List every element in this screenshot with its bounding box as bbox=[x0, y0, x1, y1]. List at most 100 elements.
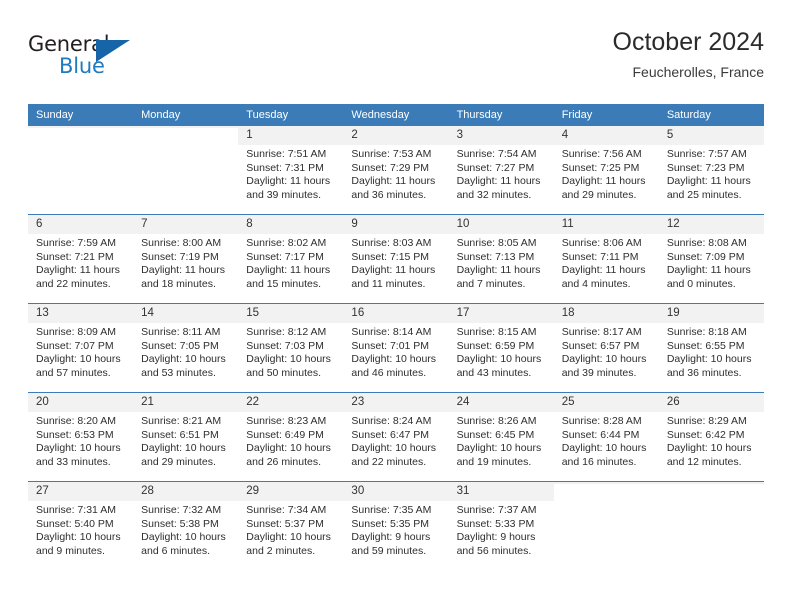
day-sun-info: Sunrise: 8:02 AM Sunset: 7:17 PM Daylight:… bbox=[238, 234, 343, 291]
day-number: 15 bbox=[238, 304, 344, 323]
day-sun-info: Sunrise: 8:29 AM Sunset: 6:42 PM Daylight:… bbox=[659, 412, 764, 469]
calendar-day-cell[interactable]: 4 Sunrise: 7:56 AM Sunset: 7:25 PM Daylight… bbox=[553, 126, 659, 214]
day-sun-info: Sunrise: 8:15 AM Sunset: 6:59 PM Daylight:… bbox=[449, 323, 554, 380]
calendar-week-row: 20 Sunrise: 8:20 AM Sunset: 6:53 PM Dayligh… bbox=[28, 392, 764, 481]
calendar-day-cell[interactable]: 13 Sunrise: 8:09 AM Sunset: 7:07 PM Dayligh… bbox=[28, 304, 134, 392]
sunrise-text: Sunrise: 8:03 AM bbox=[351, 237, 432, 249]
daylight-text-line2: and 39 minutes. bbox=[246, 188, 321, 201]
sunset-text: Sunset: 7:11 PM bbox=[561, 250, 639, 263]
calendar-day-cell[interactable]: 24 Sunrise: 8:26 AM Sunset: 6:45 PM Dayligh… bbox=[448, 393, 554, 481]
calendar-day-cell[interactable]: 6 Sunrise: 7:59 AM Sunset: 7:21 PM Daylight… bbox=[28, 215, 134, 303]
page-title: October 2024 bbox=[612, 28, 765, 56]
calendar-day-cell[interactable]: 30 Sunrise: 7:35 AM Sunset: 5:35 PM Dayligh… bbox=[343, 482, 449, 570]
daylight-text-line1: Daylight: 10 hours bbox=[141, 353, 226, 366]
calendar-day-cell[interactable]: 29 Sunrise: 7:34 AM Sunset: 5:37 PM Dayligh… bbox=[238, 482, 344, 570]
calendar-day-cell[interactable]: 10 Sunrise: 8:05 AM Sunset: 7:13 PM Dayligh… bbox=[448, 215, 554, 303]
calendar-day-cell[interactable]: 14 Sunrise: 8:11 AM Sunset: 7:05 PM Dayligh… bbox=[133, 304, 239, 392]
calendar-day-cell[interactable]: 11 Sunrise: 8:06 AM Sunset: 7:11 PM Dayligh… bbox=[553, 215, 659, 303]
calendar-day-cell[interactable]: 8 Sunrise: 8:02 AM Sunset: 7:17 PM Daylight… bbox=[238, 215, 344, 303]
weekday-header-monday: Monday bbox=[141, 109, 181, 121]
sunset-text: Sunset: 6:44 PM bbox=[561, 428, 640, 441]
daylight-text-line1: Daylight: 10 hours bbox=[246, 353, 331, 366]
day-number bbox=[658, 482, 764, 484]
brand-logo[interactable]: General Blue bbox=[28, 32, 148, 88]
calendar-day-cell[interactable]: 5 Sunrise: 7:57 AM Sunset: 7:23 PM Daylight… bbox=[658, 126, 764, 214]
sunset-text: Sunset: 6:45 PM bbox=[456, 428, 535, 441]
calendar-day-cell[interactable]: 12 Sunrise: 8:08 AM Sunset: 7:09 PM Dayligh… bbox=[658, 215, 764, 303]
sunset-text: Sunset: 7:21 PM bbox=[36, 250, 114, 263]
sunset-text: Sunset: 6:59 PM bbox=[456, 339, 535, 352]
day-number: 16 bbox=[343, 304, 449, 323]
day-number: 7 bbox=[133, 215, 239, 234]
daylight-text-line2: and 7 minutes. bbox=[456, 277, 526, 290]
sunset-text: Sunset: 7:31 PM bbox=[246, 161, 324, 174]
day-sun-info: Sunrise: 8:26 AM Sunset: 6:45 PM Daylight:… bbox=[449, 412, 554, 469]
calendar-day-cell[interactable]: 20 Sunrise: 8:20 AM Sunset: 6:53 PM Dayligh… bbox=[28, 393, 134, 481]
calendar-day-cell[interactable]: 21 Sunrise: 8:21 AM Sunset: 6:51 PM Dayligh… bbox=[133, 393, 239, 481]
sunrise-text: Sunrise: 8:17 AM bbox=[561, 326, 642, 338]
sunset-text: Sunset: 5:35 PM bbox=[351, 517, 430, 530]
day-sun-info: Sunrise: 7:51 AM Sunset: 7:31 PM Daylight:… bbox=[238, 145, 343, 202]
sunset-text: Sunset: 7:13 PM bbox=[456, 250, 535, 263]
calendar-day-cell[interactable]: 15 Sunrise: 8:12 AM Sunset: 7:03 PM Dayligh… bbox=[238, 304, 344, 392]
calendar-day-cell[interactable]: 17 Sunrise: 8:15 AM Sunset: 6:59 PM Dayligh… bbox=[448, 304, 554, 392]
day-number: 27 bbox=[28, 482, 134, 501]
day-sun-info: Sunrise: 8:09 AM Sunset: 7:07 PM Daylight:… bbox=[28, 323, 133, 380]
calendar-day-cell-empty bbox=[133, 126, 239, 214]
calendar-day-cell[interactable]: 28 Sunrise: 7:32 AM Sunset: 5:38 PM Dayligh… bbox=[133, 482, 239, 570]
day-sun-info: Sunrise: 7:37 AM Sunset: 5:33 PM Daylight:… bbox=[449, 501, 554, 558]
calendar-day-cell[interactable]: 22 Sunrise: 8:23 AM Sunset: 6:49 PM Dayligh… bbox=[238, 393, 344, 481]
day-number bbox=[28, 126, 134, 128]
day-sun-info: Sunrise: 8:20 AM Sunset: 6:53 PM Daylight:… bbox=[28, 412, 133, 469]
calendar-day-cell[interactable]: 27 Sunrise: 7:31 AM Sunset: 5:40 PM Dayligh… bbox=[28, 482, 134, 570]
day-number: 30 bbox=[343, 482, 449, 501]
sunrise-text: Sunrise: 8:29 AM bbox=[666, 415, 747, 427]
daylight-text-line2: and 9 minutes. bbox=[36, 544, 105, 557]
sunset-text: Sunset: 6:51 PM bbox=[141, 428, 219, 441]
sunset-text: Sunset: 7:25 PM bbox=[561, 161, 640, 174]
sunset-text: Sunset: 5:37 PM bbox=[246, 517, 324, 530]
daylight-text-line1: Daylight: 10 hours bbox=[246, 531, 331, 544]
calendar-day-cell[interactable]: 9 Sunrise: 8:03 AM Sunset: 7:15 PM Daylight… bbox=[343, 215, 449, 303]
sunset-text: Sunset: 6:47 PM bbox=[351, 428, 430, 441]
sunrise-text: Sunrise: 7:59 AM bbox=[36, 237, 116, 249]
sunset-text: Sunset: 7:29 PM bbox=[351, 161, 430, 174]
day-number: 14 bbox=[133, 304, 239, 323]
calendar-day-cell[interactable]: 23 Sunrise: 8:24 AM Sunset: 6:47 PM Dayligh… bbox=[343, 393, 449, 481]
page-header: General Blue October 2024 Feucherolles, … bbox=[28, 26, 764, 96]
daylight-text-line1: Daylight: 11 hours bbox=[351, 264, 436, 277]
calendar-day-cell[interactable]: 16 Sunrise: 8:14 AM Sunset: 7:01 PM Dayligh… bbox=[343, 304, 449, 392]
calendar-day-cell[interactable]: 3 Sunrise: 7:54 AM Sunset: 7:27 PM Daylight… bbox=[448, 126, 554, 214]
sunrise-text: Sunrise: 7:35 AM bbox=[351, 504, 432, 516]
daylight-text-line1: Daylight: 11 hours bbox=[666, 264, 751, 277]
daylight-text-line2: and 33 minutes. bbox=[36, 455, 111, 468]
calendar-day-cell[interactable]: 26 Sunrise: 8:29 AM Sunset: 6:42 PM Dayligh… bbox=[658, 393, 764, 481]
daylight-text-line2: and 22 minutes. bbox=[36, 277, 111, 290]
day-sun-info: Sunrise: 8:24 AM Sunset: 6:47 PM Daylight:… bbox=[343, 412, 448, 469]
daylight-text-line1: Daylight: 9 hours bbox=[456, 531, 536, 544]
sunrise-text: Sunrise: 8:20 AM bbox=[36, 415, 116, 427]
calendar-day-cell[interactable]: 2 Sunrise: 7:53 AM Sunset: 7:29 PM Daylight… bbox=[343, 126, 449, 214]
daylight-text-line1: Daylight: 10 hours bbox=[666, 442, 752, 455]
sunrise-text: Sunrise: 8:28 AM bbox=[561, 415, 642, 427]
sunrise-text: Sunrise: 8:12 AM bbox=[246, 326, 327, 338]
daylight-text-line2: and 4 minutes. bbox=[561, 277, 631, 290]
sunset-text: Sunset: 5:40 PM bbox=[36, 517, 114, 530]
day-sun-info: Sunrise: 7:57 AM Sunset: 7:23 PM Daylight:… bbox=[659, 145, 764, 202]
calendar-day-cell[interactable]: 19 Sunrise: 8:18 AM Sunset: 6:55 PM Dayligh… bbox=[658, 304, 764, 392]
calendar-day-cell[interactable]: 31 Sunrise: 7:37 AM Sunset: 5:33 PM Dayligh… bbox=[448, 482, 554, 570]
weekday-header-row: Sunday Monday Tuesday Wednesday Thursday… bbox=[28, 104, 764, 126]
daylight-text-line1: Daylight: 11 hours bbox=[561, 175, 646, 188]
sunrise-text: Sunrise: 8:14 AM bbox=[351, 326, 432, 338]
daylight-text-line2: and 32 minutes. bbox=[456, 188, 532, 201]
day-number: 11 bbox=[553, 215, 659, 234]
calendar-page: General Blue October 2024 Feucherolles, … bbox=[0, 0, 792, 612]
day-sun-info: Sunrise: 8:12 AM Sunset: 7:03 PM Daylight:… bbox=[238, 323, 343, 380]
calendar-day-cell[interactable]: 18 Sunrise: 8:17 AM Sunset: 6:57 PM Dayligh… bbox=[553, 304, 659, 392]
day-number: 20 bbox=[28, 393, 134, 412]
calendar-day-cell[interactable]: 1 Sunrise: 7:51 AM Sunset: 7:31 PM Daylight… bbox=[238, 126, 344, 214]
calendar-day-cell[interactable]: 25 Sunrise: 8:28 AM Sunset: 6:44 PM Dayligh… bbox=[553, 393, 659, 481]
weeks-container: 1 Sunrise: 7:51 AM Sunset: 7:31 PM Daylight… bbox=[28, 126, 764, 570]
calendar-day-cell[interactable]: 7 Sunrise: 8:00 AM Sunset: 7:19 PM Daylight… bbox=[133, 215, 239, 303]
day-sun-info: Sunrise: 7:32 AM Sunset: 5:38 PM Daylight:… bbox=[133, 501, 238, 558]
